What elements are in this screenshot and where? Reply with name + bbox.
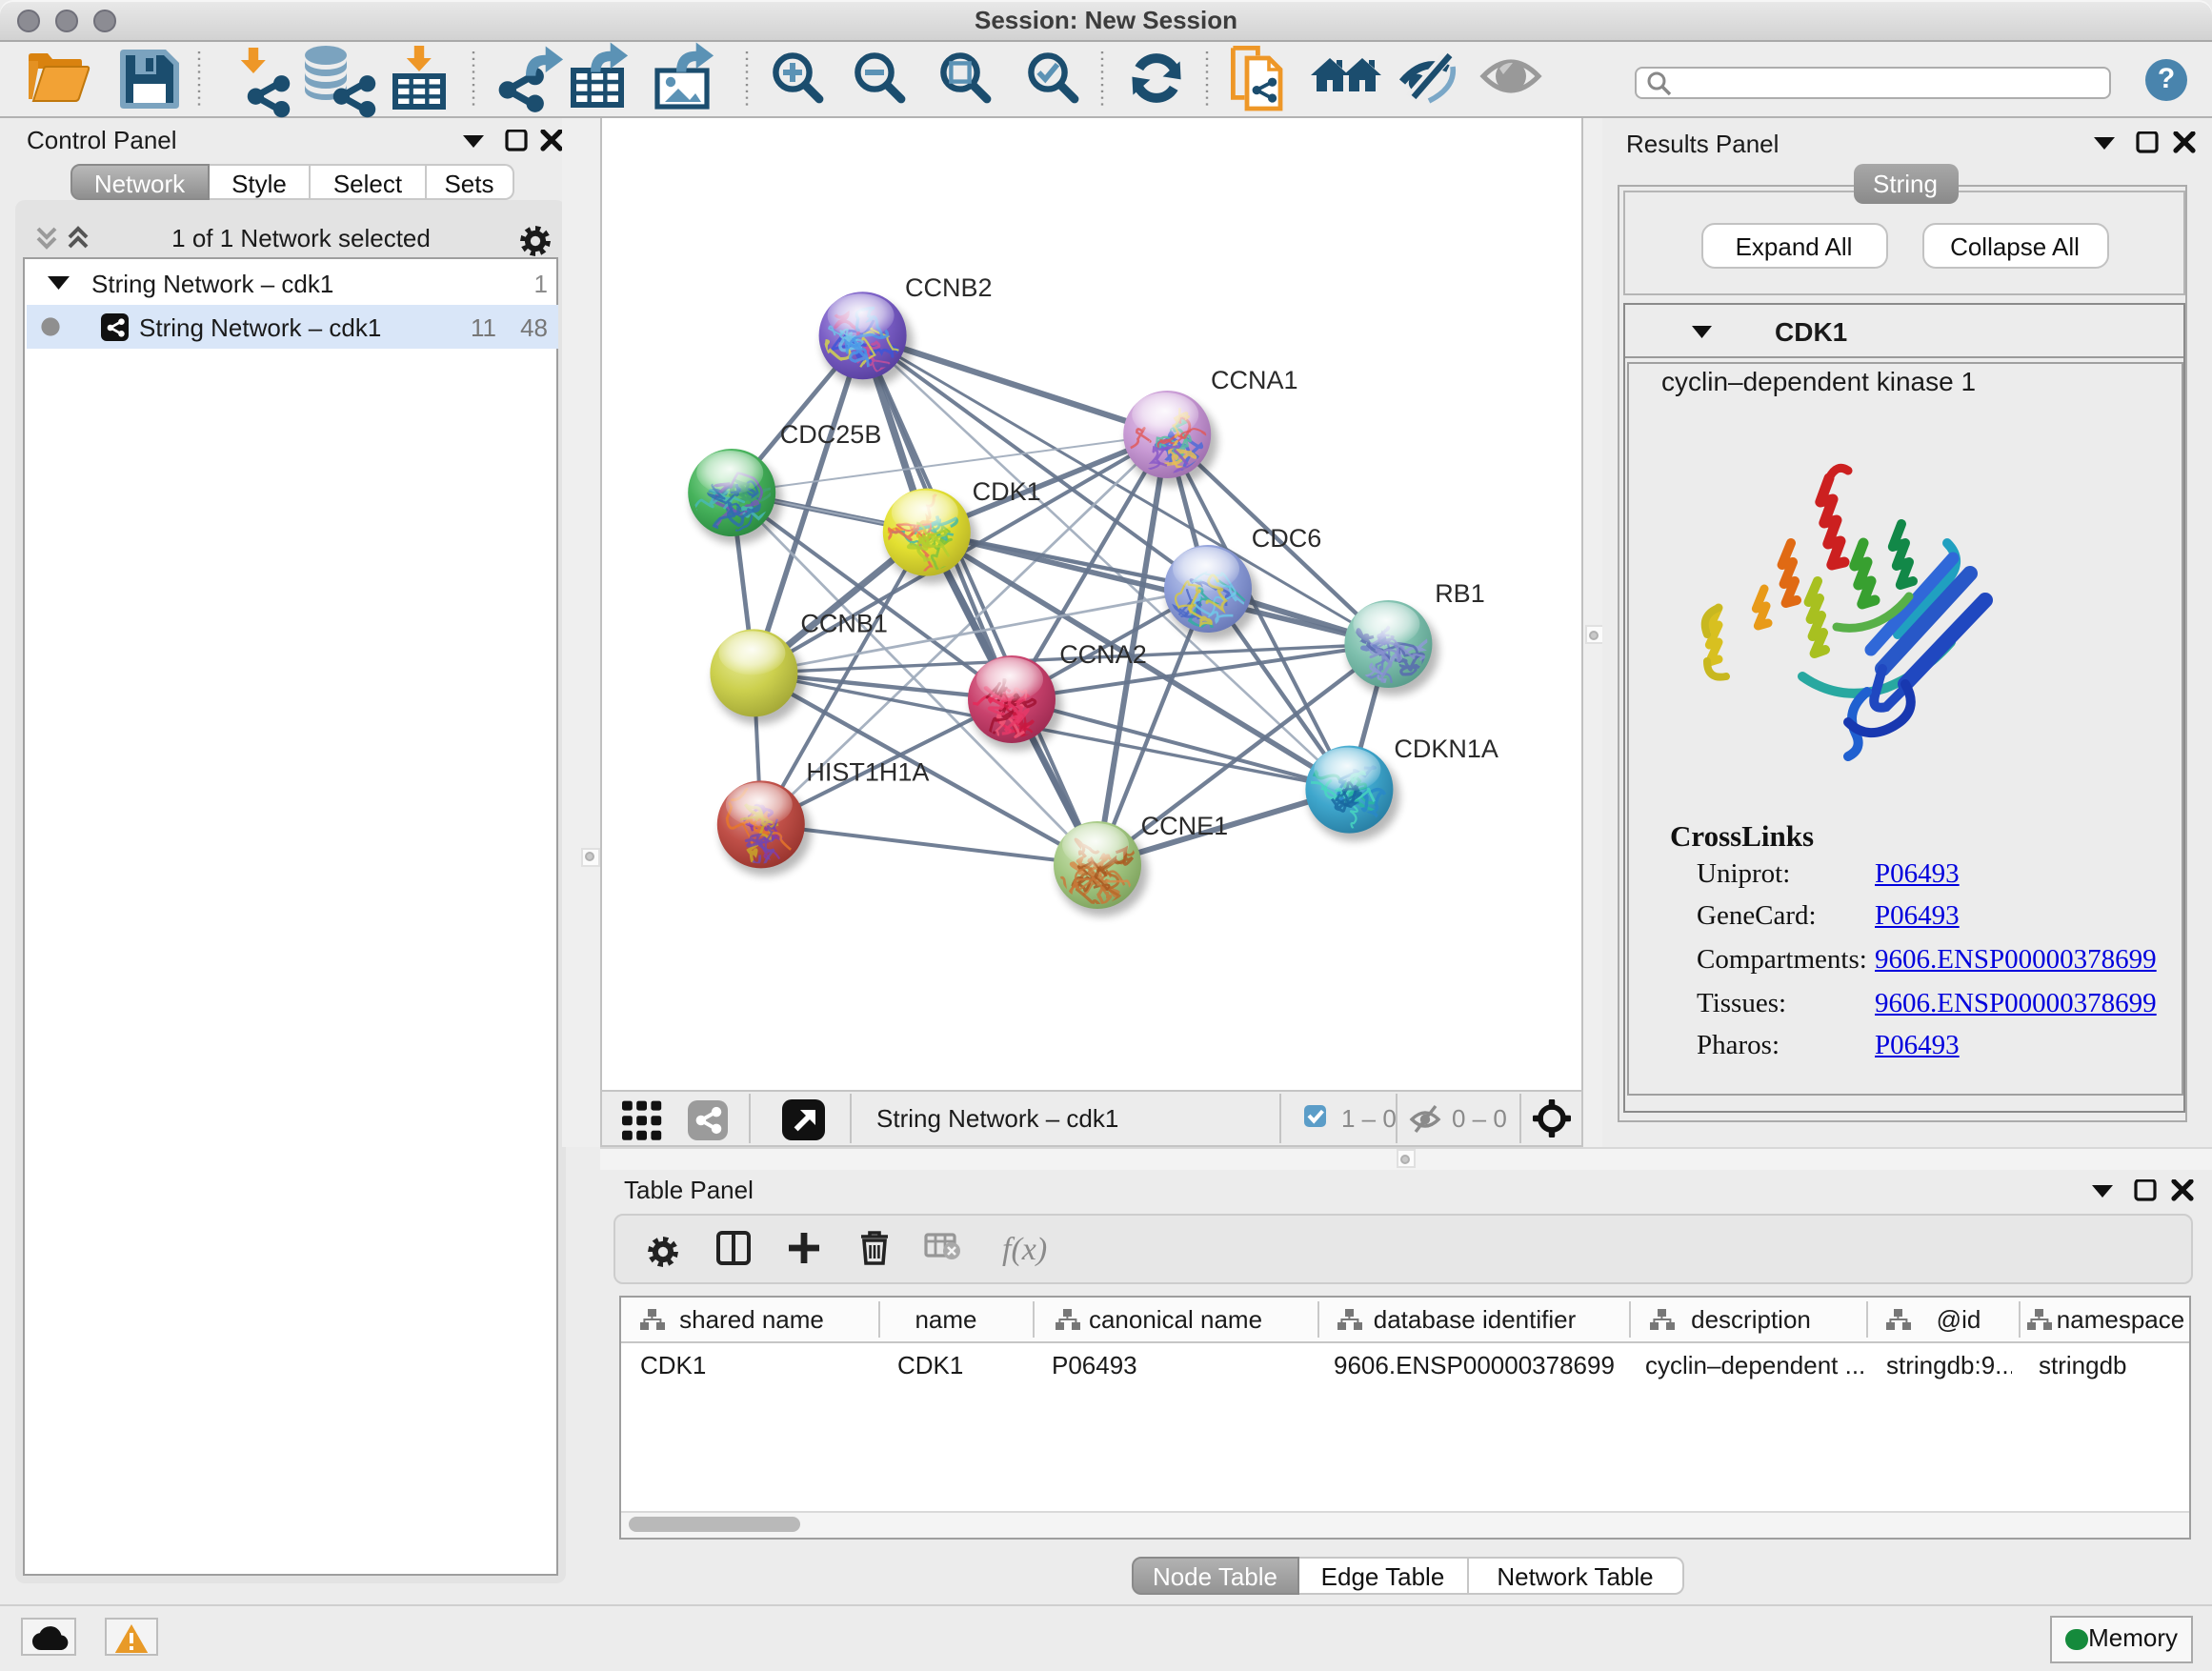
svg-text:shared name: shared name (679, 1305, 824, 1334)
svg-text:1 of 1 Network selected: 1 of 1 Network selected (171, 223, 431, 252)
svg-text:HIST1H1A: HIST1H1A (806, 757, 929, 786)
svg-text:CDK1: CDK1 (1774, 317, 1846, 347)
svg-text:description: description (1691, 1305, 1811, 1334)
svg-text:canonical name: canonical name (1089, 1305, 1262, 1334)
svg-text:CDKN1A: CDKN1A (1394, 735, 1498, 763)
svg-text:CCNE1: CCNE1 (1141, 812, 1229, 840)
svg-text:CDK1: CDK1 (973, 477, 1041, 506)
svg-text:CDC6: CDC6 (1252, 524, 1322, 553)
svg-text:11: 11 (471, 312, 496, 341)
svg-text:String Network – cdk1: String Network – cdk1 (876, 1104, 1118, 1133)
svg-text:1 – 0: 1 – 0 (1341, 1104, 1397, 1133)
svg-text:CDC25B: CDC25B (780, 420, 882, 449)
svg-text:CCNB1: CCNB1 (800, 610, 888, 638)
svg-text:f(x): f(x) (1001, 1232, 1046, 1267)
svg-text:database identifier: database identifier (1374, 1305, 1577, 1334)
svg-text:RB1: RB1 (1435, 579, 1485, 608)
svg-text:48: 48 (520, 312, 548, 341)
svg-text:CCNA1: CCNA1 (1211, 366, 1298, 394)
svg-text:namespace: namespace (2057, 1305, 2184, 1334)
svg-text:String Network – cdk1: String Network – cdk1 (91, 269, 333, 297)
svg-text:0 – 0: 0 – 0 (1452, 1104, 1507, 1133)
svg-text:1: 1 (534, 269, 548, 297)
svg-text:CCNA2: CCNA2 (1059, 640, 1147, 669)
svg-text:@id: @id (1937, 1305, 1981, 1334)
svg-text:CCNB2: CCNB2 (905, 273, 993, 302)
svg-text:name: name (915, 1305, 976, 1334)
svg-text:String Network – cdk1: String Network – cdk1 (139, 312, 381, 341)
